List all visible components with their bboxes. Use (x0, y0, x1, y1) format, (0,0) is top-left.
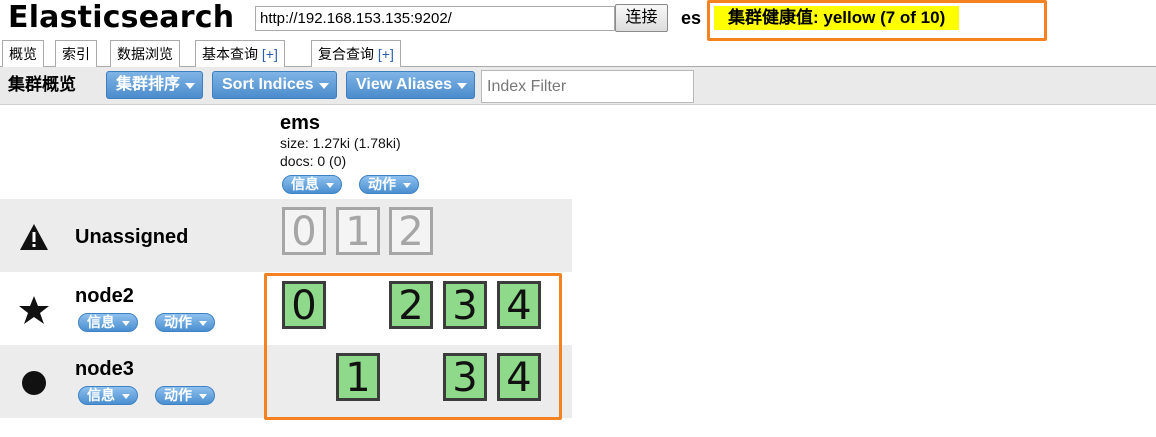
button-label: 信息 (87, 387, 115, 403)
tab-plus: [+] (377, 46, 394, 62)
caret-down-icon (326, 183, 334, 188)
node-info-button[interactable]: 信息 (78, 386, 138, 405)
caret-down-icon (185, 83, 196, 89)
button-label: View Aliases (356, 76, 453, 93)
view-aliases-button[interactable]: View Aliases (346, 71, 476, 99)
unassigned-label: Unassigned (75, 226, 189, 248)
caret-down-icon (122, 321, 130, 326)
caret-down-icon (457, 83, 468, 89)
button-label: 动作 (164, 387, 192, 403)
tab-label: 数据浏览 (117, 46, 173, 62)
unassigned-shard[interactable]: 1 (336, 207, 380, 255)
tab-label: 索引 (62, 46, 90, 62)
caret-down-icon (199, 321, 207, 326)
tab-plus: [+] (261, 46, 278, 62)
connect-button[interactable]: 连接 (615, 4, 668, 32)
star-icon (19, 296, 49, 324)
cluster-health-status: 集群健康值: yellow (7 of 10) (714, 6, 960, 30)
app-title: Elasticsearch (8, 0, 235, 35)
tab-basic-query[interactable]: 基本查询 [+] (195, 40, 285, 67)
node-info-button[interactable]: 信息 (78, 313, 138, 332)
cluster-name: es (681, 8, 702, 28)
node-name: node3 (75, 358, 134, 380)
shards-highlight-box (264, 273, 562, 420)
circle-icon (22, 371, 46, 395)
button-label: 信息 (291, 176, 319, 192)
toolbar-title: 集群概览 (8, 75, 76, 94)
caret-down-icon (318, 83, 329, 89)
caret-down-icon (403, 183, 411, 188)
warning-icon (20, 224, 48, 250)
button-label: 集群排序 (116, 76, 181, 93)
index-filter-input[interactable] (481, 70, 694, 103)
tab-overview[interactable]: 概览 (2, 40, 44, 68)
tab-label: 概览 (9, 46, 37, 62)
tab-label: 复合查询 (318, 46, 374, 62)
caret-down-icon (199, 394, 207, 399)
node-action-button[interactable]: 动作 (155, 313, 215, 332)
sort-cluster-button[interactable]: 集群排序 (106, 71, 204, 99)
unassigned-shard[interactable]: 0 (282, 207, 326, 255)
button-label: 动作 (164, 314, 192, 330)
tab-label: 基本查询 (202, 46, 258, 62)
tab-browser[interactable]: 数据浏览 (110, 40, 180, 67)
sort-indices-button[interactable]: Sort Indices (212, 71, 337, 99)
index-action-button[interactable]: 动作 (359, 175, 419, 194)
tab-indices[interactable]: 索引 (55, 40, 97, 67)
index-info-button[interactable]: 信息 (282, 175, 342, 194)
index-size: size: 1.27ki (1.78ki) (280, 135, 401, 151)
cluster-url-input[interactable] (255, 6, 615, 31)
index-name: ems (280, 112, 321, 134)
unassigned-shard[interactable]: 2 (389, 207, 433, 255)
index-docs: docs: 0 (0) (280, 153, 347, 169)
button-label: 动作 (368, 176, 396, 192)
node-action-button[interactable]: 动作 (155, 386, 215, 405)
caret-down-icon (122, 394, 130, 399)
tab-complex-query[interactable]: 复合查询 [+] (311, 40, 401, 67)
button-label: Sort Indices (222, 76, 314, 93)
button-label: 信息 (87, 314, 115, 330)
node-name: node2 (75, 285, 134, 307)
